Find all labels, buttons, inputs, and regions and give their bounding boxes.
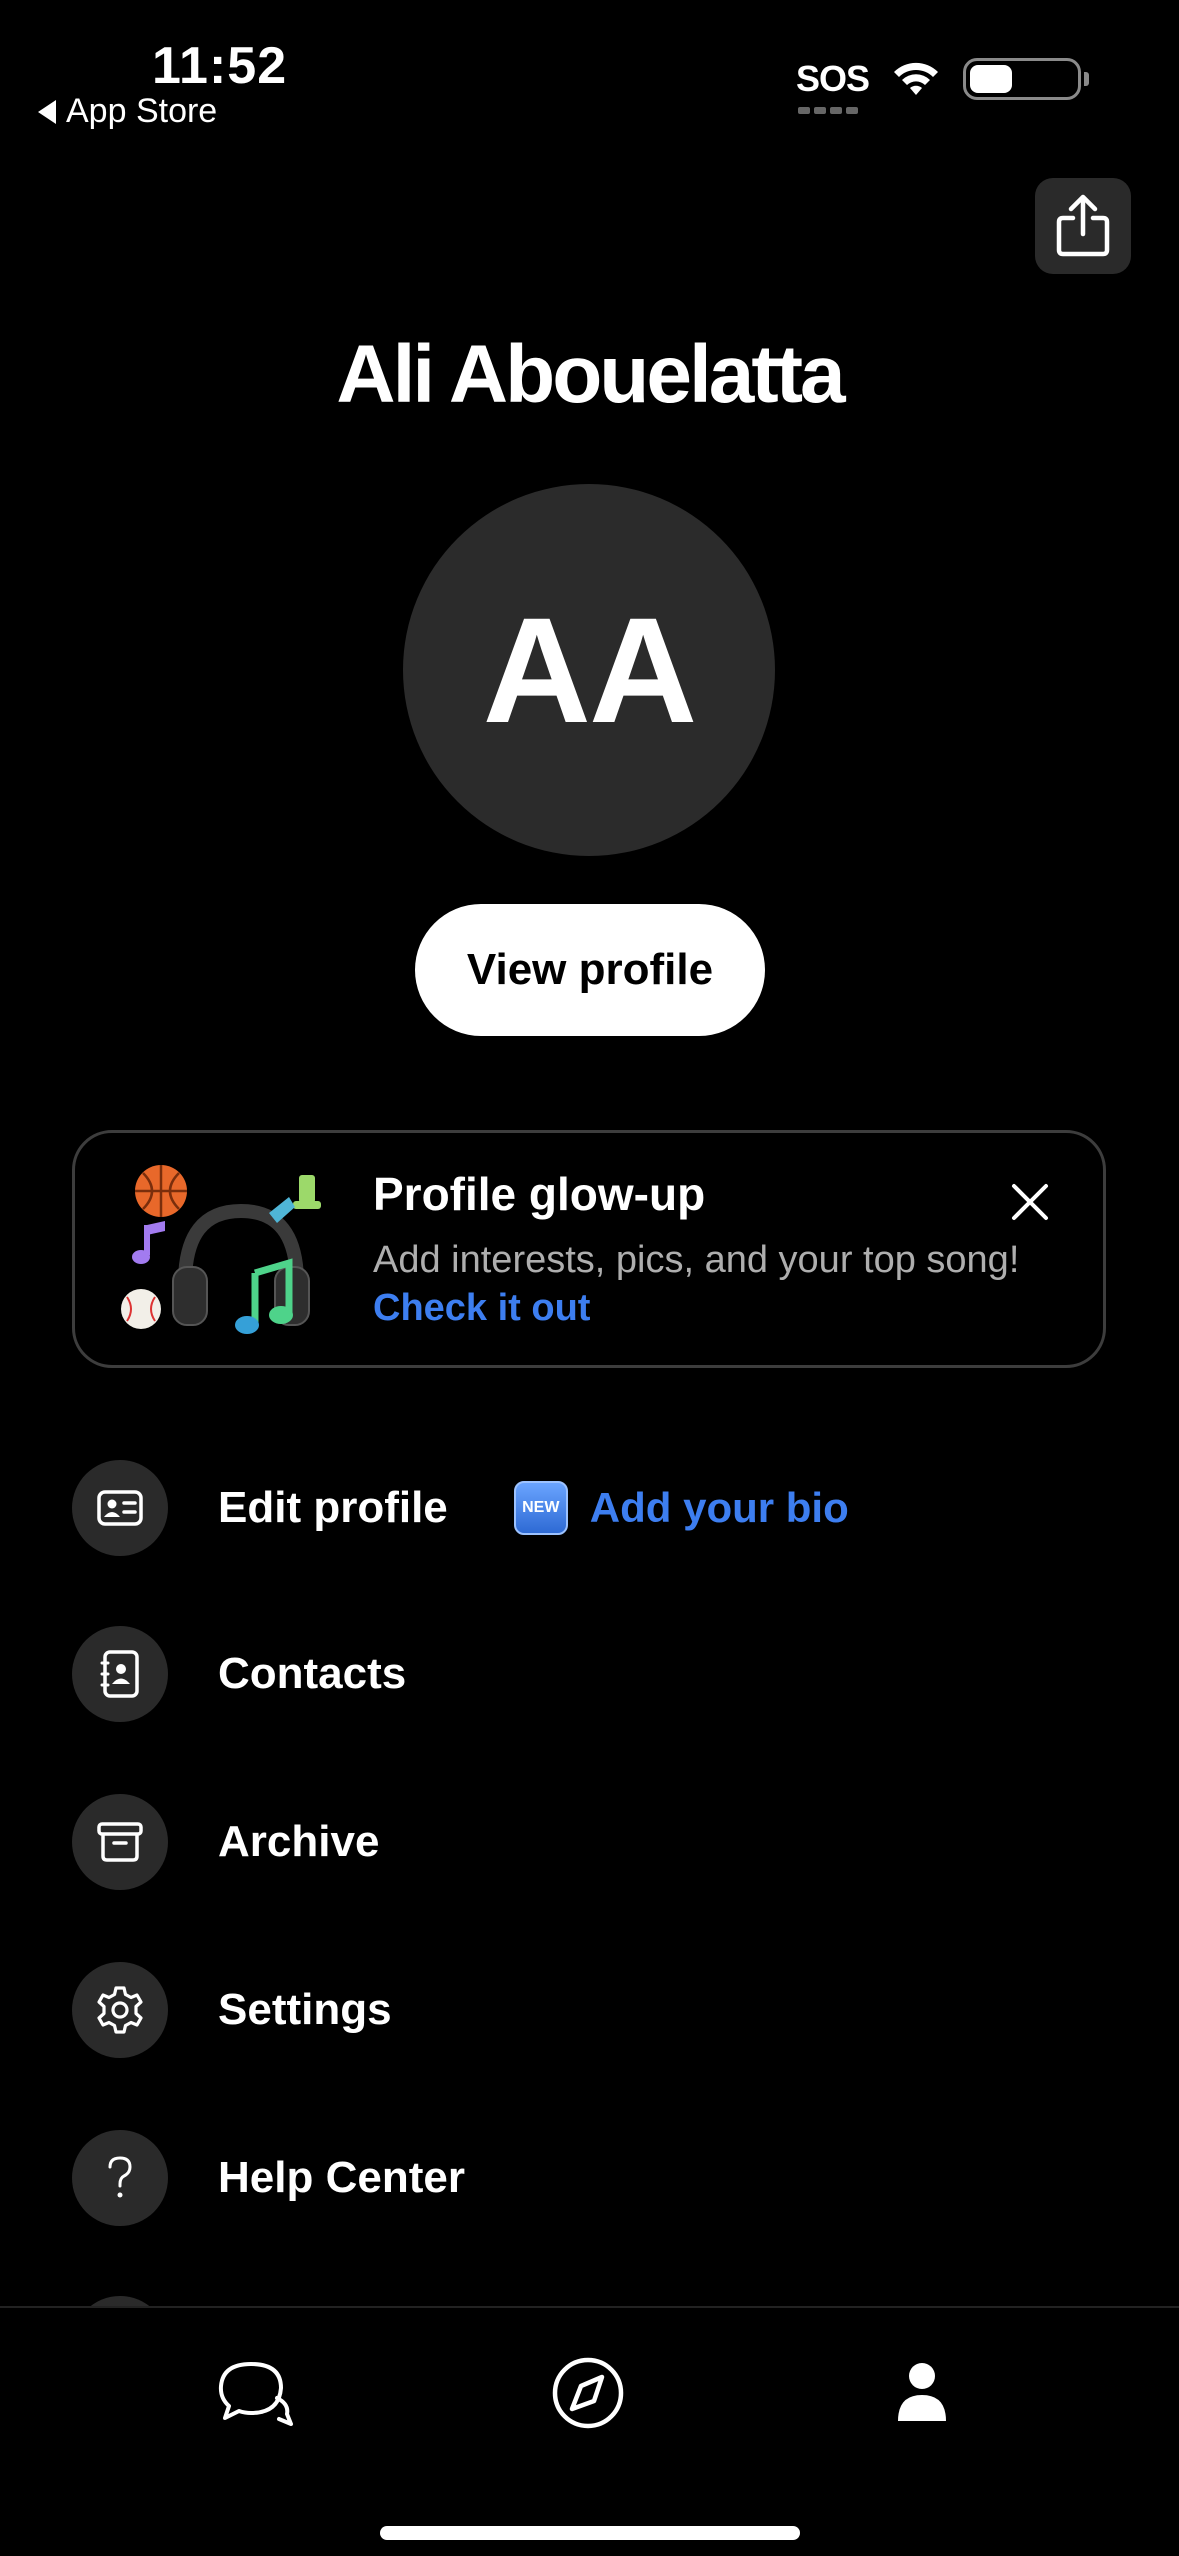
back-app-label: App Store <box>66 92 218 130</box>
compass-icon <box>552 2357 624 2429</box>
contacts-book-icon <box>100 1650 139 1698</box>
menu-item-settings[interactable]: Settings <box>72 1962 392 2058</box>
gear-icon <box>97 1986 143 2034</box>
tab-explore[interactable] <box>543 2348 633 2438</box>
menu-label-archive: Archive <box>218 1817 380 1866</box>
archive-box-icon <box>97 1822 143 1862</box>
close-icon[interactable] <box>1005 1177 1055 1227</box>
profile-glow-up-card[interactable]: Profile glow-up Add interests, pics, and… <box>72 1130 1106 1368</box>
profile-name: Ali Abouelatta <box>336 329 845 420</box>
menu-label-settings: Settings <box>218 1985 392 2034</box>
menu-icon-bg <box>72 2130 168 2226</box>
menu-label-contacts: Contacts <box>218 1649 407 1698</box>
avatar[interactable]: AA <box>403 484 775 856</box>
menu-item-help-center[interactable]: Help Center <box>72 2130 465 2226</box>
menu-item-edit-profile[interactable]: Edit profile NEW Add your bio <box>72 1460 849 1556</box>
avatar-initials: AA <box>482 585 698 754</box>
battery-icon <box>963 58 1089 100</box>
add-your-bio-link[interactable]: Add your bio <box>590 1484 849 1532</box>
id-card-icon <box>97 1490 143 1526</box>
back-triangle-icon <box>38 99 56 124</box>
menu-label-help-center: Help Center <box>218 2153 465 2202</box>
sos-label: SOS <box>795 58 870 99</box>
promo-title: Profile glow-up <box>373 1168 706 1220</box>
promo-description: Add interests, pics, and your top song! <box>373 1239 1020 1281</box>
share-icon <box>1056 194 1110 257</box>
tab-chats[interactable] <box>210 2348 300 2438</box>
back-to-app-store[interactable]: App Store <box>38 92 217 131</box>
chats-icon <box>218 2362 293 2426</box>
menu-icon-bg <box>72 1794 168 1890</box>
status-time: 11:52 <box>152 37 288 95</box>
menu-icon-bg <box>72 1626 168 1722</box>
view-profile-button[interactable]: View profile <box>415 904 765 1036</box>
person-icon <box>898 2363 946 2421</box>
promo-check-it-out-link[interactable]: Check it out <box>373 1287 590 1330</box>
sos-indicator: SOS <box>795 58 870 114</box>
tab-profile[interactable] <box>877 2348 967 2438</box>
menu-label-edit-profile: Edit profile <box>218 1483 448 1532</box>
home-indicator[interactable] <box>380 2526 800 2540</box>
battery-fill <box>970 65 1012 93</box>
wifi-icon <box>894 62 938 95</box>
question-mark-icon <box>108 2156 132 2198</box>
menu-icon-bg <box>72 1962 168 2058</box>
status-indicators: SOS <box>795 58 1089 114</box>
share-button[interactable] <box>1035 178 1131 274</box>
menu-icon-bg <box>72 1460 168 1556</box>
menu-item-contacts[interactable]: Contacts <box>72 1626 406 1722</box>
menu-item-archive[interactable]: Archive <box>72 1794 379 1890</box>
interests-illustration-icon <box>121 1165 321 1334</box>
tab-bar <box>0 2306 1179 2556</box>
new-badge: NEW <box>513 1481 568 1535</box>
